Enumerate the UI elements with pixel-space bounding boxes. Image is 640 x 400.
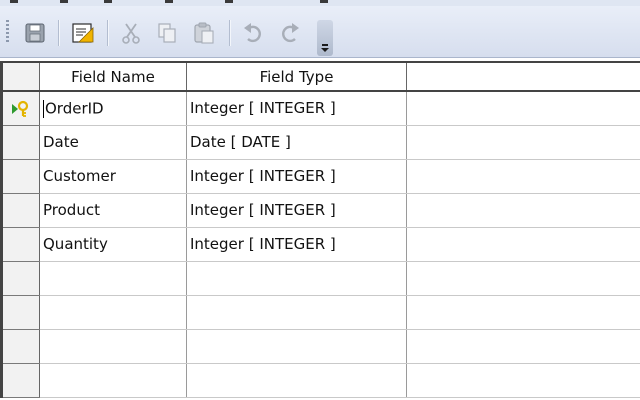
row-selector[interactable] xyxy=(0,125,40,160)
fields-table: Field Name Field Type OrderID Integer [… xyxy=(0,61,640,398)
field-name-cell[interactable]: Customer xyxy=(39,159,187,194)
row-selector[interactable] xyxy=(0,261,40,296)
row-selector[interactable] xyxy=(0,295,40,330)
column-header-field-type[interactable]: Field Type xyxy=(186,61,407,92)
toolbar-separator xyxy=(107,20,109,46)
table-row[interactable] xyxy=(0,329,640,364)
field-name-cell[interactable] xyxy=(39,329,187,364)
field-type-cell[interactable] xyxy=(186,329,407,364)
menu-item-stub[interactable] xyxy=(165,0,173,3)
menu-item-stub[interactable] xyxy=(10,0,18,3)
field-definition-grid: Field Name Field Type OrderID Integer [… xyxy=(0,61,640,400)
table-row[interactable]: Quantity Integer [ INTEGER ] xyxy=(0,227,640,262)
field-name-cell[interactable]: Product xyxy=(39,193,187,228)
filler-cell xyxy=(406,261,640,296)
field-type-cell[interactable]: Integer [ INTEGER ] xyxy=(186,193,407,228)
cut-icon[interactable] xyxy=(118,20,144,46)
paste-icon[interactable] xyxy=(191,20,217,46)
menu-item-stub[interactable] xyxy=(60,0,68,3)
filler-cell xyxy=(406,125,640,160)
filler-cell xyxy=(406,295,640,330)
table-row[interactable]: Product Integer [ INTEGER ] xyxy=(0,193,640,228)
chevron-down-icon xyxy=(321,44,329,52)
row-selector[interactable] xyxy=(0,363,40,398)
table-header-row: Field Name Field Type xyxy=(0,61,640,92)
field-type-cell[interactable] xyxy=(186,261,407,296)
table-row[interactable] xyxy=(0,261,640,296)
text-cursor xyxy=(43,99,44,118)
toolbar-separator xyxy=(229,20,231,46)
standard-toolbar xyxy=(0,6,640,58)
table-row[interactable] xyxy=(0,363,640,398)
menu-item-stub[interactable] xyxy=(225,0,233,3)
table-design-window: Field Name Field Type OrderID Integer [… xyxy=(0,0,640,400)
row-selector[interactable] xyxy=(0,227,40,262)
toolbar-separator xyxy=(58,20,60,46)
table-row[interactable] xyxy=(0,295,640,330)
menu-item-stub[interactable] xyxy=(320,0,328,3)
field-name-cell[interactable] xyxy=(39,261,187,296)
row-selector[interactable] xyxy=(0,329,40,364)
field-name-cell[interactable]: Quantity xyxy=(39,227,187,262)
row-selector-header[interactable] xyxy=(0,61,40,92)
toolbar-overflow-button[interactable] xyxy=(317,20,333,56)
edit-icon[interactable] xyxy=(70,20,96,46)
field-type-cell[interactable] xyxy=(186,295,407,330)
field-type-cell[interactable] xyxy=(186,363,407,398)
filler-cell xyxy=(406,193,640,228)
undo-icon[interactable] xyxy=(240,20,266,46)
copy-icon[interactable] xyxy=(154,20,180,46)
field-name-text: OrderID xyxy=(45,99,104,118)
field-type-cell[interactable]: Date [ DATE ] xyxy=(186,125,407,160)
table-row[interactable]: Customer Integer [ INTEGER ] xyxy=(0,159,640,194)
filler-cell xyxy=(406,227,640,262)
table-row[interactable]: OrderID Integer [ INTEGER ] xyxy=(0,91,640,126)
field-type-cell[interactable]: Integer [ INTEGER ] xyxy=(186,91,407,126)
row-selector[interactable] xyxy=(0,91,40,126)
column-header-field-name[interactable]: Field Name xyxy=(39,61,187,92)
column-header-filler xyxy=(406,61,640,92)
row-selector[interactable] xyxy=(0,159,40,194)
field-type-cell[interactable]: Integer [ INTEGER ] xyxy=(186,159,407,194)
primary-key-current-row-icon xyxy=(12,100,29,117)
save-icon[interactable] xyxy=(22,20,48,46)
redo-icon[interactable] xyxy=(277,20,303,46)
table-row[interactable]: Date Date [ DATE ] xyxy=(0,125,640,160)
filler-cell xyxy=(406,329,640,364)
menu-item-stub[interactable] xyxy=(104,0,112,3)
field-name-cell[interactable]: OrderID xyxy=(39,91,187,126)
filler-cell xyxy=(406,363,640,398)
toolbar-grip-handle[interactable] xyxy=(6,20,9,44)
field-name-cell[interactable] xyxy=(39,295,187,330)
row-selector[interactable] xyxy=(0,193,40,228)
field-name-cell[interactable] xyxy=(39,363,187,398)
field-type-cell[interactable]: Integer [ INTEGER ] xyxy=(186,227,407,262)
filler-cell xyxy=(406,159,640,194)
filler-cell xyxy=(406,91,640,126)
field-name-cell[interactable]: Date xyxy=(39,125,187,160)
